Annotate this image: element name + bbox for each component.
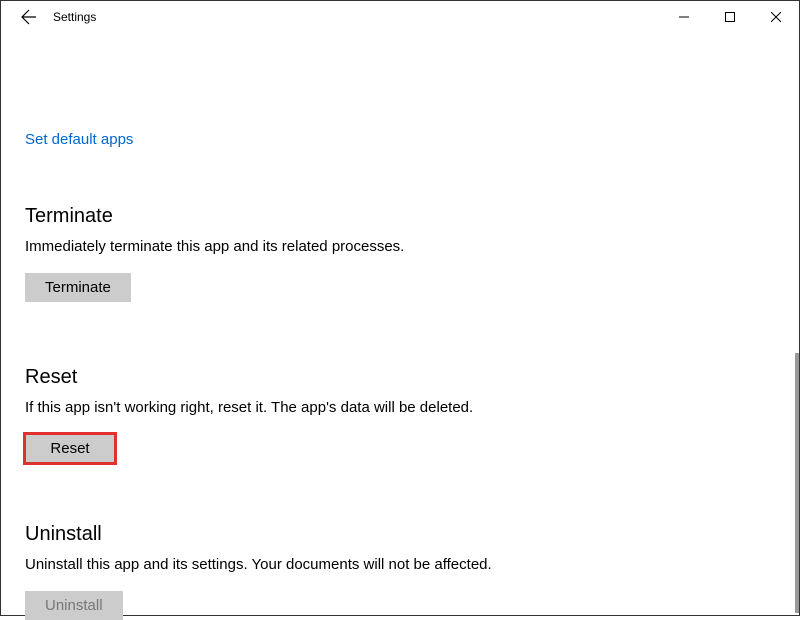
maximize-button[interactable] <box>707 1 753 33</box>
reset-button[interactable]: Reset <box>25 434 115 463</box>
close-button[interactable] <box>753 1 799 33</box>
scrollbar-thumb[interactable] <box>795 353 799 613</box>
window-controls <box>661 1 799 33</box>
titlebar: Settings <box>1 1 799 33</box>
terminate-heading: Terminate <box>25 205 775 228</box>
set-default-apps-link[interactable]: Set default apps <box>25 131 133 148</box>
terminate-button[interactable]: Terminate <box>25 273 131 302</box>
back-arrow-icon <box>21 9 37 25</box>
reset-heading: Reset <box>25 366 775 389</box>
scrollbar[interactable] <box>795 33 799 615</box>
maximize-icon <box>725 12 735 22</box>
uninstall-description: Uninstall this app and its settings. You… <box>25 556 775 573</box>
settings-content: Set default apps Terminate Immediately t… <box>1 33 799 620</box>
close-icon <box>771 12 781 22</box>
terminate-description: Immediately terminate this app and its r… <box>25 238 775 255</box>
minimize-button[interactable] <box>661 1 707 33</box>
window-title: Settings <box>53 10 96 24</box>
back-button[interactable] <box>9 1 49 33</box>
uninstall-heading: Uninstall <box>25 523 775 546</box>
reset-description: If this app isn't working right, reset i… <box>25 399 775 416</box>
minimize-icon <box>679 12 689 22</box>
